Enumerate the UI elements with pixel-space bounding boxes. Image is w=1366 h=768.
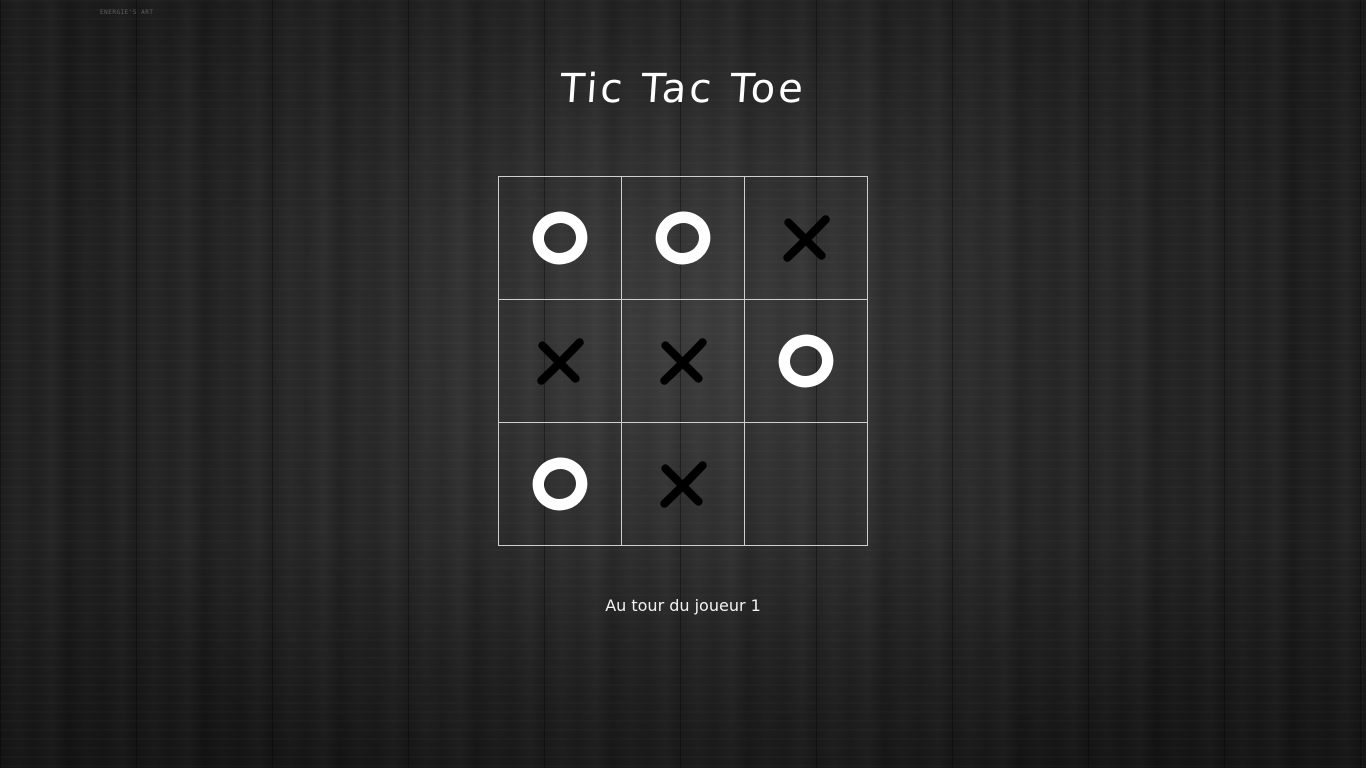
o-mark-icon [532, 211, 588, 265]
board-cell-4[interactable] [499, 300, 622, 423]
o-mark-icon [655, 211, 711, 265]
board-cell-7[interactable] [499, 423, 622, 546]
o-mark-icon [532, 457, 588, 511]
x-mark-icon [537, 338, 584, 385]
x-mark-icon [660, 461, 707, 508]
game-board [498, 176, 868, 546]
board-cell-6[interactable] [745, 300, 868, 423]
watermark: ENERGIE'S ART [100, 9, 154, 16]
board-cell-3[interactable] [745, 177, 868, 300]
x-mark-icon [660, 338, 707, 385]
x-mark-icon [783, 215, 830, 262]
turn-status: Au tour du joueur 1 [605, 596, 761, 615]
page-title: Tic Tac Toe [558, 66, 808, 112]
board-cell-2[interactable] [622, 177, 745, 300]
board-cell-8[interactable] [622, 423, 745, 546]
board-cell-5[interactable] [622, 300, 745, 423]
o-mark-icon [778, 334, 834, 388]
board-cell-1[interactable] [499, 177, 622, 300]
board-cell-9[interactable] [745, 423, 868, 546]
